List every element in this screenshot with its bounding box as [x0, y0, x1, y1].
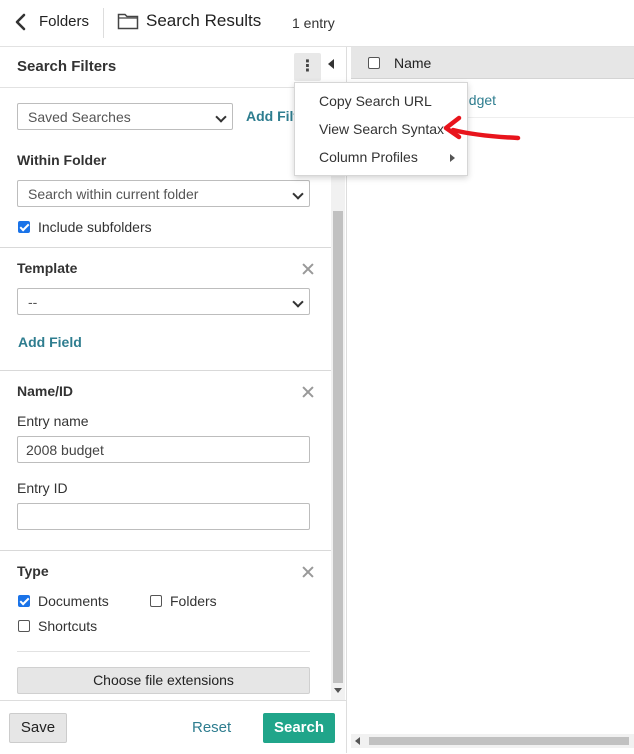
search-button[interactable]: Search: [263, 713, 335, 743]
section-divider: [0, 550, 331, 551]
saved-searches-value: Saved Searches: [28, 109, 131, 125]
chevron-down-icon: [215, 111, 227, 123]
submenu-arrow-icon: [450, 154, 455, 162]
add-filter-link[interactable]: Add Filt: [246, 108, 298, 124]
annotation-arrow-icon: [443, 115, 521, 141]
scrollbar-thumb[interactable]: [369, 737, 629, 745]
chevron-down-icon: [292, 296, 304, 308]
menu-item-copy-search-url[interactable]: Copy Search URL: [319, 93, 432, 109]
shortcuts-checkbox[interactable]: [18, 620, 30, 632]
chevron-left-icon[interactable]: [12, 12, 30, 32]
scrollbar-thumb[interactable]: [333, 211, 343, 683]
column-header-name[interactable]: Name: [394, 55, 431, 71]
type-heading: Type: [17, 563, 49, 579]
scroll-left-icon[interactable]: [355, 737, 360, 745]
saved-searches-select[interactable]: Saved Searches: [17, 103, 233, 130]
name-id-heading: Name/ID: [17, 383, 74, 399]
template-select[interactable]: --: [17, 288, 310, 315]
search-filters-title: Search Filters: [17, 58, 117, 75]
entry-count: 1 entry: [292, 15, 335, 31]
section-divider: [0, 370, 331, 371]
chevron-down-icon: [292, 188, 304, 200]
close-icon[interactable]: [302, 566, 314, 578]
choose-file-extensions-button[interactable]: Choose file extensions: [17, 667, 310, 694]
close-icon[interactable]: [302, 263, 314, 275]
scroll-down-icon[interactable]: [334, 688, 342, 693]
entry-id-field[interactable]: [17, 503, 310, 530]
filters-scroll-area: Saved Searches Add Filt Within Folder Se…: [0, 88, 331, 700]
results-header: Name: [351, 47, 634, 79]
divider: [17, 651, 310, 652]
horizontal-scrollbar[interactable]: [351, 734, 634, 748]
folder-icon: [117, 11, 139, 34]
entry-name-label: Entry name: [17, 413, 89, 429]
template-value: --: [28, 294, 38, 310]
vertical-scrollbar[interactable]: [331, 88, 345, 700]
menu-item-view-search-syntax[interactable]: View Search Syntax: [319, 121, 444, 137]
save-button[interactable]: Save: [9, 713, 67, 743]
menu-item-column-profiles[interactable]: Column Profiles: [319, 149, 418, 165]
template-heading: Template: [17, 260, 78, 276]
documents-checkbox[interactable]: [18, 595, 30, 607]
kebab-icon[interactable]: ⋮: [294, 53, 321, 81]
top-bar: Folders Search Results 1 entry: [0, 0, 634, 47]
add-field-link[interactable]: Add Field: [18, 334, 82, 350]
divider: [103, 8, 104, 38]
page-title: Search Results: [146, 11, 262, 30]
context-menu: Copy Search URL View Search Syntax Colum…: [294, 82, 468, 176]
close-icon[interactable]: [302, 386, 314, 398]
filters-footer: Save Reset Search: [0, 700, 346, 754]
entry-id-label: Entry ID: [17, 480, 68, 496]
within-folder-heading: Within Folder: [17, 152, 107, 168]
folders-checkbox[interactable]: [150, 595, 162, 607]
folders-link[interactable]: Folders: [39, 13, 89, 30]
reset-button[interactable]: Reset: [192, 719, 231, 736]
shortcuts-label: Shortcuts: [38, 618, 98, 634]
include-subfolders-label: Include subfolders: [38, 219, 152, 235]
select-all-checkbox[interactable]: [368, 57, 380, 69]
section-divider: [0, 247, 331, 248]
collapse-panel-icon[interactable]: [328, 59, 334, 69]
entry-name-field[interactable]: 2008 budget: [17, 436, 310, 463]
folder-scope-value: Search within current folder: [28, 186, 199, 202]
documents-label: Documents: [38, 593, 109, 609]
folder-scope-select[interactable]: Search within current folder: [17, 180, 310, 207]
folders-label: Folders: [170, 593, 217, 609]
include-subfolders-checkbox[interactable]: [18, 221, 30, 233]
